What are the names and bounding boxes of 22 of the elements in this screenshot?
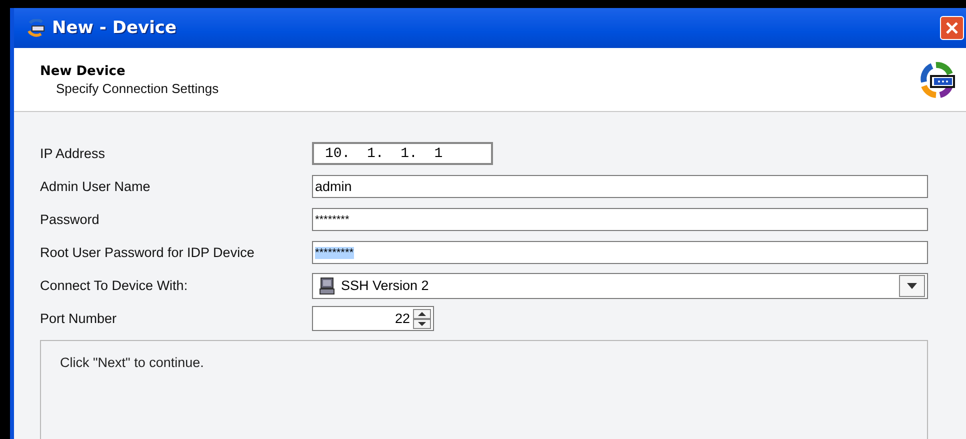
app-logo-icon (26, 19, 46, 37)
computer-icon (319, 276, 335, 294)
connection-dropdown[interactable]: SSH Version 2 (312, 272, 928, 298)
field-label: IP Address (40, 146, 106, 161)
password-field[interactable]: ******** (312, 208, 928, 231)
message-text: Click "Next" to continue. (60, 355, 205, 370)
device-sync-icon (918, 60, 956, 100)
close-button[interactable] (940, 16, 964, 40)
field-label: Connect To Device With: (40, 278, 189, 293)
input-field[interactable]: admin (312, 175, 928, 198)
field-label: Admin User Name (40, 179, 152, 194)
field-label: Root User Password for IDP Device (40, 245, 256, 260)
page-subtitle: Specify Connection Settings (55, 80, 220, 96)
page-heading: New Device (40, 64, 126, 78)
field-label: Password (40, 212, 100, 227)
window-title: New - Device (52, 18, 178, 38)
close-icon (945, 21, 959, 35)
port-spinner[interactable]: 22 (312, 306, 434, 331)
spinner-arrows-icon[interactable] (413, 308, 431, 328)
password-field[interactable]: ********* (312, 241, 928, 264)
ip-address-field[interactable]: 10. 1. 1. 1 (312, 142, 493, 165)
field-label: Port Number (40, 311, 118, 326)
